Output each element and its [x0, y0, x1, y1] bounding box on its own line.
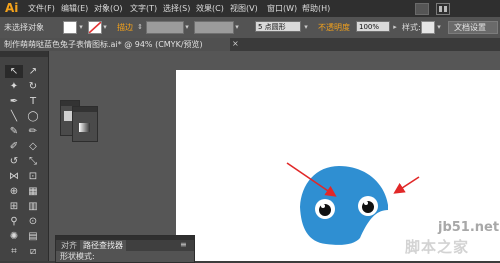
- slice-tool-icon[interactable]: ⧄: [24, 245, 42, 258]
- gradient-panel-icon[interactable]: [79, 123, 90, 132]
- pathfinder-panel: 对齐 路径查找器 ≡ 形状模式:: [55, 235, 195, 263]
- toolbox: ↖ ↗ ✦ ↻ ✒ T ╲ ◯ ✎ ✏ ✐ ◇ ↺ ⤡ ⋈ ⊡ ⊕ ▦ ⊞ ▥ …: [0, 51, 49, 261]
- mesh-tool-icon[interactable]: ⊞: [5, 200, 23, 213]
- paintbrush-tool-icon[interactable]: ✎: [5, 125, 23, 138]
- pen-tool-icon[interactable]: ✒: [5, 95, 23, 108]
- shape-modes-label: 形状模式:: [60, 252, 95, 261]
- direct-selection-tool-icon[interactable]: ↗: [24, 65, 42, 78]
- gradient-tool-icon[interactable]: ▥: [24, 200, 42, 213]
- watermark-brand: 脚本之家: [405, 238, 470, 256]
- blob-brush-tool-icon[interactable]: ✐: [5, 140, 23, 153]
- panel-grip[interactable]: [73, 107, 97, 112]
- left-eye: [315, 199, 335, 219]
- annotation-arrow-right: [393, 176, 420, 194]
- toolbox-grip[interactable]: [0, 51, 48, 57]
- tab-pathfinder[interactable]: 路径查找器: [80, 240, 126, 251]
- symbol-sprayer-tool-icon[interactable]: ✺: [5, 230, 23, 243]
- free-transform-tool-icon[interactable]: ⊡: [24, 170, 42, 183]
- column-graph-tool-icon[interactable]: ▤: [24, 230, 42, 243]
- watermark-url: jb51.net: [438, 220, 500, 235]
- right-eye: [358, 196, 378, 216]
- pencil-tool-icon[interactable]: ✏: [24, 125, 42, 138]
- perspective-grid-tool-icon[interactable]: ▦: [24, 185, 42, 198]
- ellipse-tool-icon[interactable]: ◯: [24, 110, 42, 123]
- eyedropper-tool-icon[interactable]: ⚲: [5, 215, 23, 228]
- lasso-tool-icon[interactable]: ↻: [24, 80, 42, 93]
- tab-align[interactable]: 对齐: [58, 240, 80, 251]
- floating-panel-collapsed[interactable]: [72, 106, 98, 142]
- panel-tabs: 对齐 路径查找器 ≡: [56, 240, 194, 251]
- magic-wand-tool-icon[interactable]: ✦: [5, 80, 23, 93]
- eraser-tool-icon[interactable]: ◇: [24, 140, 42, 153]
- selection-tool-icon[interactable]: ↖: [5, 65, 23, 78]
- width-tool-icon[interactable]: ⋈: [5, 170, 23, 183]
- line-tool-icon[interactable]: ╲: [5, 110, 23, 123]
- artboard-tool-icon[interactable]: ⌗: [5, 245, 23, 258]
- rotate-tool-icon[interactable]: ↺: [5, 155, 23, 168]
- blend-tool-icon[interactable]: ⊙: [24, 215, 42, 228]
- scale-tool-icon[interactable]: ⤡: [24, 155, 42, 168]
- panel-menu-icon[interactable]: ≡: [180, 240, 187, 249]
- type-tool-icon[interactable]: T: [24, 95, 42, 108]
- shape-builder-tool-icon[interactable]: ⊕: [5, 185, 23, 198]
